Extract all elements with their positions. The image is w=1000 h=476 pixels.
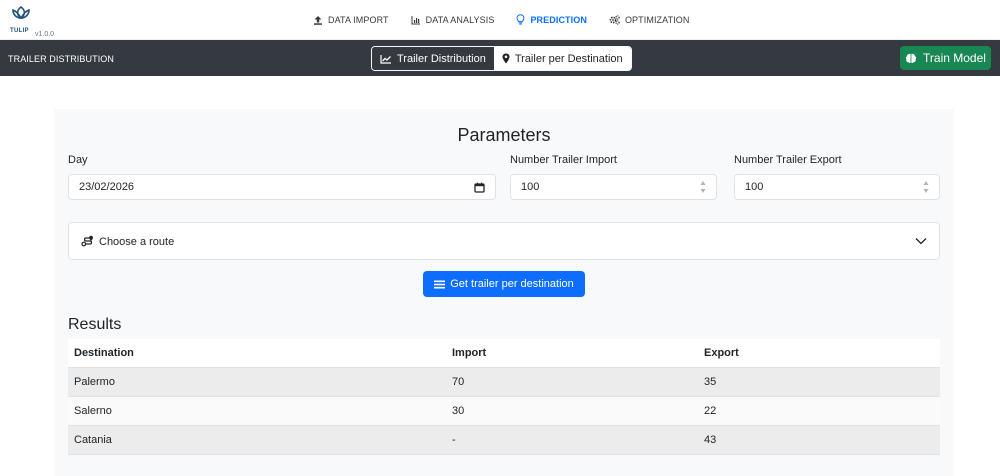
import-label: Number Trailer Import <box>510 154 617 166</box>
calendar-icon[interactable] <box>474 182 485 193</box>
cell-import: - <box>446 425 698 455</box>
nav-data-analysis[interactable]: DATA ANALYSIS <box>411 15 495 25</box>
upload-icon <box>314 15 322 25</box>
col-import: Import <box>446 339 698 368</box>
col-destination: Destination <box>68 339 446 368</box>
view-toggle: Trailer Distribution Trailer per Destina… <box>371 46 632 71</box>
export-number-input[interactable]: 100 <box>734 174 940 200</box>
main-nav: DATA IMPORT DATA ANALYSIS PREDICTION OPT… <box>313 14 711 25</box>
export-value: 100 <box>745 181 764 193</box>
line-chart-icon <box>380 54 391 64</box>
lightbulb-icon <box>516 14 525 25</box>
spinner-arrows-icon[interactable] <box>923 180 929 194</box>
nav-prediction-label: PREDICTION <box>530 14 587 25</box>
chart-icon <box>411 15 420 24</box>
col-export: Export <box>698 339 940 368</box>
map-marker-icon <box>502 53 510 64</box>
tulip-logo-icon <box>12 5 30 20</box>
cell-import: 70 <box>446 367 698 397</box>
day-label: Day <box>68 154 88 166</box>
import-number-input[interactable]: 100 <box>510 174 717 200</box>
get-trailer-per-destination-button[interactable]: Get trailer per destination <box>423 271 585 297</box>
section-title: TRAILER DISTRIBUTION <box>8 54 115 64</box>
day-date-input[interactable]: 23/02/2026 <box>68 174 496 200</box>
cell-destination: Salerno <box>68 396 446 426</box>
cell-export: 22 <box>698 396 940 426</box>
parameters-title: Parameters <box>457 125 551 145</box>
cell-destination: Catania <box>68 425 446 455</box>
table-header-row: Destination Import Export <box>68 339 940 368</box>
route-icon <box>81 235 93 247</box>
route-label: Choose a route <box>99 236 175 248</box>
cell-export: 43 <box>698 425 940 455</box>
cell-import: 30 <box>446 396 698 426</box>
cell-export: 35 <box>698 367 940 397</box>
app-version: v1.0.0 <box>35 31 55 38</box>
list-icon <box>434 280 446 288</box>
section-toolbar: TRAILER DISTRIBUTION Trailer Distributio… <box>0 40 1000 76</box>
train-model-button[interactable]: Train Model <box>900 46 991 70</box>
table-row: Catania - 43 <box>68 425 940 455</box>
results-title: Results <box>68 316 122 333</box>
get-trailer-label: Get trailer per destination <box>450 278 574 290</box>
route-accordion[interactable]: Choose a route <box>68 222 940 260</box>
results-table: Destination Import Export Palermo 70 35 … <box>68 339 940 455</box>
tab-trailer-distribution[interactable]: Trailer Distribution <box>372 47 494 70</box>
nav-prediction[interactable]: PREDICTION <box>516 14 587 25</box>
spinner-arrows-icon[interactable] <box>700 180 706 194</box>
tab-trailer-distribution-label: Trailer Distribution <box>397 52 486 65</box>
tab-trailer-per-destination[interactable]: Trailer per Destination <box>493 47 631 70</box>
export-label: Number Trailer Export <box>734 154 842 166</box>
day-value: 23/02/2026 <box>79 181 135 193</box>
brain-icon <box>905 53 917 63</box>
nav-optimization-label: OPTIMIZATION <box>624 14 690 25</box>
gears-icon <box>609 14 620 25</box>
chevron-down-icon <box>915 238 927 245</box>
logo-text: TULIP <box>10 28 29 34</box>
nav-optimization[interactable]: OPTIMIZATION <box>609 15 690 25</box>
train-model-label: Train Model <box>923 51 986 65</box>
tab-trailer-per-destination-label: Trailer per Destination <box>514 52 623 65</box>
table-row: Salerno 30 22 <box>68 396 940 426</box>
nav-data-analysis-label: DATA ANALYSIS <box>425 14 495 25</box>
cell-destination: Palermo <box>68 367 446 397</box>
nav-data-import-label: DATA IMPORT <box>328 14 389 25</box>
nav-data-import[interactable]: DATA IMPORT <box>313 15 389 25</box>
import-value: 100 <box>521 181 540 193</box>
parameters-panel: Parameters Day 23/02/2026 Number Trailer… <box>54 109 954 476</box>
top-navbar: TULIP v1.0.0 DATA IMPORT DATA ANALYSIS P… <box>0 0 1000 40</box>
app-logo[interactable]: TULIP v1.0.0 <box>6 4 54 38</box>
table-row: Palermo 70 35 <box>68 367 940 397</box>
